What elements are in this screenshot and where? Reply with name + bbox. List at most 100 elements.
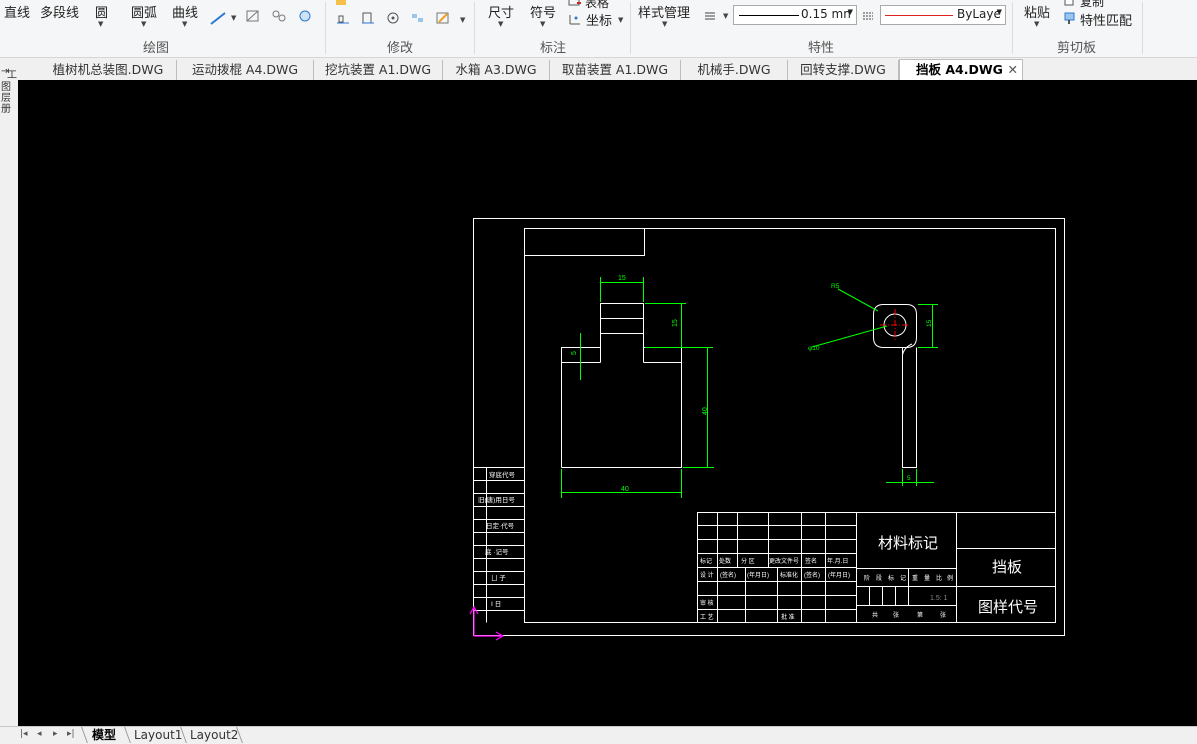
lineweight-list-dropdown-icon[interactable]: ▼ bbox=[723, 12, 728, 20]
dim-side-bottom: 5 bbox=[907, 475, 911, 482]
match-properties-button[interactable]: 特性匹配 bbox=[1080, 10, 1132, 29]
stage-1: 段 bbox=[876, 574, 882, 582]
document-tab-bar: 植树机总装图.DWG 运动拨棍 A4.DWG 挖坑装置 A1.DWG 水箱 A3… bbox=[0, 58, 1197, 81]
tab-document-6[interactable]: 回转支撑.DWG bbox=[788, 60, 899, 80]
process-label: 工 艺 bbox=[700, 613, 714, 621]
dimension-dropdown-icon[interactable]: ▼ bbox=[498, 20, 503, 28]
left-side-table bbox=[473, 467, 525, 623]
stage-5: 量 bbox=[924, 575, 930, 582]
arc-tool-button[interactable]: 圆弧 bbox=[131, 2, 157, 21]
side-view-centerlines bbox=[880, 309, 910, 341]
left-cell-5: Ⅰ 日 bbox=[491, 600, 501, 608]
left-strip-item-1[interactable]: 图 bbox=[1, 82, 11, 93]
close-tab-icon[interactable]: ✕ bbox=[1008, 60, 1018, 80]
mirror-icon[interactable] bbox=[336, 12, 350, 24]
tab-document-4[interactable]: 取苗装置 A1.DWG bbox=[550, 60, 681, 80]
modify-dropdown-icon[interactable]: ▼ bbox=[460, 16, 465, 24]
sign-row1-3: 更改文件号 bbox=[769, 557, 799, 565]
layout-tab-bar: |◂ ◂ ▸ ▸| 模型 Layout1 Layout2 bbox=[0, 726, 1197, 744]
copy-entity-icon[interactable] bbox=[361, 12, 375, 24]
tab-divider bbox=[124, 727, 131, 743]
tab-divider bbox=[81, 727, 88, 743]
linetype-value: ByLaye bbox=[957, 7, 1001, 21]
left-cell-4: ㄩ 子 bbox=[491, 574, 506, 582]
paste-button[interactable]: 粘贴 bbox=[1024, 2, 1050, 21]
drawing-canvas[interactable]: 穿底代号 旧(唐)用日号 日定·代号 底 ·记号 ㄩ 子 Ⅰ 日 15 15 5… bbox=[18, 80, 1197, 726]
ray-dropdown-icon[interactable]: ▼ bbox=[231, 14, 236, 22]
coordinate-dropdown-icon[interactable]: ▼ bbox=[618, 16, 623, 24]
dim-front-top-width: 15 bbox=[618, 275, 626, 282]
next-layout-icon[interactable]: ▸ bbox=[53, 729, 58, 739]
dim-side-diameter: φ10 bbox=[808, 345, 820, 352]
left-cell-3: 底 ·记号 bbox=[485, 547, 509, 556]
sheet-2: 第 bbox=[917, 611, 923, 619]
copy-button[interactable]: 复制 bbox=[1080, 0, 1104, 10]
region-icon[interactable] bbox=[272, 10, 286, 22]
lineweight-select[interactable]: 0.15 mn ▼ bbox=[733, 5, 857, 25]
tab-layout1[interactable]: Layout1 bbox=[134, 727, 182, 743]
linetype-dropdown-icon[interactable]: ▼ bbox=[997, 8, 1002, 16]
circle-dropdown-icon[interactable]: ▼ bbox=[98, 20, 103, 28]
move-icon[interactable] bbox=[335, 0, 349, 12]
rotate-icon[interactable] bbox=[386, 12, 400, 24]
boundary-icon[interactable] bbox=[298, 10, 312, 22]
tab-document-3[interactable]: 水箱 A3.DWG bbox=[443, 60, 550, 80]
sign-row-1: 标记 处数 分 区 更改文件号 签名 年.月.日 bbox=[700, 557, 848, 565]
sign-row1-1: 处数 bbox=[719, 557, 731, 565]
lineweight-icon[interactable] bbox=[704, 10, 718, 22]
left-strip-item-3[interactable]: 册 bbox=[1, 104, 11, 115]
paste-dropdown-icon[interactable]: ▼ bbox=[1034, 20, 1039, 28]
material-mark: 材料标记 bbox=[878, 535, 938, 552]
curve-dropdown-icon[interactable]: ▼ bbox=[182, 20, 187, 28]
coordinate-button[interactable]: 坐标 bbox=[586, 10, 612, 29]
sign-row1-4: 签名 bbox=[805, 557, 817, 565]
arc-dropdown-icon[interactable]: ▼ bbox=[141, 20, 146, 28]
coordinate-icon[interactable] bbox=[568, 13, 582, 25]
group-separator bbox=[1012, 2, 1013, 54]
style-manager-dropdown-icon[interactable]: ▼ bbox=[662, 20, 667, 28]
line-tool-button[interactable]: 直线 bbox=[4, 2, 30, 21]
annotate-group-label: 标注 bbox=[540, 41, 567, 56]
hatch-icon[interactable] bbox=[246, 10, 260, 22]
symbol-dropdown-icon[interactable]: ▼ bbox=[540, 20, 545, 28]
tab-document-5[interactable]: 机械手.DWG bbox=[681, 60, 788, 80]
tab-document-active[interactable]: 挡板 A4.DWG ✕ bbox=[899, 59, 1023, 81]
ray-icon[interactable] bbox=[209, 10, 229, 28]
dim-front-left-small: 5 bbox=[571, 351, 578, 355]
table-icon[interactable] bbox=[568, 0, 582, 9]
prev-layout-icon[interactable]: ◂ bbox=[37, 729, 42, 739]
part-name: 挡板 bbox=[992, 558, 1022, 576]
stage-3: 记 bbox=[900, 575, 906, 582]
sheet-0: 共 bbox=[872, 611, 878, 619]
dimension-button[interactable]: 尺寸 bbox=[488, 2, 514, 21]
linetype-select[interactable]: ByLaye ▼ bbox=[880, 5, 1006, 25]
curve-tool-button[interactable]: 曲线 bbox=[172, 2, 198, 21]
style-manager-button[interactable]: 样式管理 bbox=[638, 2, 690, 21]
polyline-tool-button[interactable]: 多段线 bbox=[40, 2, 79, 21]
left-strip-item-2[interactable]: 层 bbox=[1, 93, 11, 104]
ribbon: 直线 多段线 圆 ▼ 圆弧 ▼ 曲线 ▼ ▼ 绘图 ▼ 修改 尺寸 ▼ 符号 ▼… bbox=[0, 0, 1197, 58]
edit-icon[interactable] bbox=[436, 12, 450, 24]
last-layout-icon[interactable]: ▸| bbox=[67, 729, 75, 739]
match-properties-icon[interactable] bbox=[1063, 12, 1077, 24]
tab-model[interactable]: 模型 bbox=[92, 727, 116, 743]
tab-document-0[interactable]: 植树机总装图.DWG bbox=[40, 60, 177, 80]
array-icon[interactable] bbox=[411, 12, 425, 24]
stage-7: 例 bbox=[947, 574, 953, 582]
symbol-button[interactable]: 符号 bbox=[530, 2, 556, 21]
dim-front-height-upper: 15 bbox=[672, 319, 679, 327]
left-strip-item-0[interactable]: 工 bbox=[7, 70, 17, 81]
linetype-icon[interactable] bbox=[862, 10, 876, 22]
drawing-svg: 穿底代号 旧(唐)用日号 日定·代号 底 ·记号 ㄩ 子 Ⅰ 日 15 15 5… bbox=[469, 218, 1065, 641]
copy-icon[interactable] bbox=[1063, 0, 1077, 8]
left-tool-strip: ⇥ 工 图 层 册 bbox=[0, 62, 18, 726]
tab-document-2[interactable]: 挖坑装置 A1.DWG bbox=[314, 60, 443, 80]
tab-layout2[interactable]: Layout2 bbox=[190, 727, 238, 743]
tab-document-1[interactable]: 运动拨棍 A4.DWG bbox=[177, 60, 314, 80]
lineweight-dropdown-icon[interactable]: ▼ bbox=[848, 8, 853, 16]
first-layout-icon[interactable]: |◂ bbox=[20, 729, 28, 739]
sign-row2-1: (签名) bbox=[720, 571, 736, 579]
circle-tool-button[interactable]: 圆 bbox=[95, 2, 108, 21]
stage-0: 阶 bbox=[864, 574, 870, 582]
sign-row2-0: 设 计 bbox=[700, 571, 714, 579]
